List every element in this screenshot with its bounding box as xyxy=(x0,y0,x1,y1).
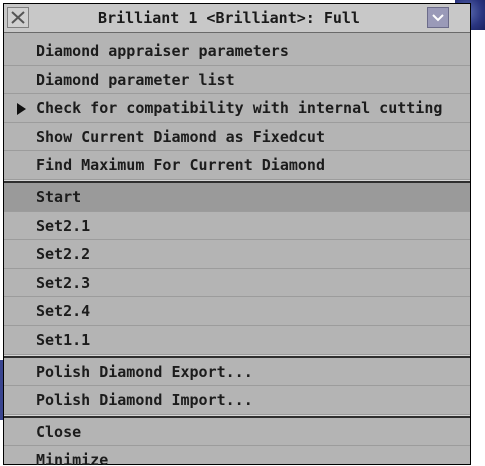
menu-title: Brilliant 1 <Brilliant>: Full xyxy=(98,9,360,27)
menu-item-start[interactable]: Start xyxy=(4,182,470,212)
menu-item-find-maximum[interactable]: Find Maximum For Current Diamond xyxy=(4,151,470,180)
menu-item-label: Set2.1 xyxy=(36,216,91,235)
menu-item-polish-export[interactable]: Polish Diamond Export... xyxy=(4,358,470,387)
submenu-arrow-icon xyxy=(17,103,26,116)
context-menu: Brilliant 1 <Brilliant>: Full Diamond ap… xyxy=(3,3,471,466)
menu-item-label: Polish Diamond Import... xyxy=(36,391,253,410)
menu-item-set2-1[interactable]: Set2.1 xyxy=(4,212,470,241)
menu-item-label: Find Maximum For Current Diamond xyxy=(36,156,325,175)
menu-item-label: Set2.3 xyxy=(36,273,91,292)
menu-item-label: Diamond parameter list xyxy=(36,70,235,89)
menu-item-parameter-list[interactable]: Diamond parameter list xyxy=(4,66,470,95)
menu-item-show-fixedcut[interactable]: Show Current Diamond as Fixedcut xyxy=(4,123,470,152)
menu-item-label: Start xyxy=(36,187,82,206)
menu-item-label: Minimize xyxy=(36,451,109,466)
menu-item-label: Close xyxy=(36,422,82,441)
menu-item-check-compatibility[interactable]: Check for compatibility with internal cu… xyxy=(4,94,470,123)
menu-item-set2-4[interactable]: Set2.4 xyxy=(4,297,470,326)
close-icon xyxy=(11,11,25,24)
menu-item-set1-1[interactable]: Set1.1 xyxy=(4,326,470,355)
menu-item-close[interactable]: Close xyxy=(4,418,470,447)
menu-item-set2-2[interactable]: Set2.2 xyxy=(4,240,470,269)
chevron-down-icon xyxy=(432,14,444,22)
menu-item-label: Set2.4 xyxy=(36,302,91,321)
menu-item-polish-import[interactable]: Polish Diamond Import... xyxy=(4,386,470,415)
menu-item-label: Polish Diamond Export... xyxy=(36,362,253,381)
menu-titlebar: Brilliant 1 <Brilliant>: Full xyxy=(4,4,470,33)
menu-item-label: Diamond appraiser parameters xyxy=(36,42,289,60)
close-button[interactable] xyxy=(7,7,29,28)
menu-item-label: Set2.2 xyxy=(36,245,91,264)
menu-items: Diamond appraiser parameters Diamond par… xyxy=(4,37,470,466)
menu-item-appraiser-parameters[interactable]: Diamond appraiser parameters xyxy=(4,37,470,66)
dropdown-button[interactable] xyxy=(427,7,449,28)
menu-item-set2-3[interactable]: Set2.3 xyxy=(4,269,470,298)
menu-item-minimize[interactable]: Minimize xyxy=(4,446,470,466)
menu-item-label: Set1.1 xyxy=(36,330,91,349)
menu-item-label: Check for compatibility with internal cu… xyxy=(36,99,443,118)
menu-item-label: Show Current Diamond as Fixedcut xyxy=(36,127,325,146)
